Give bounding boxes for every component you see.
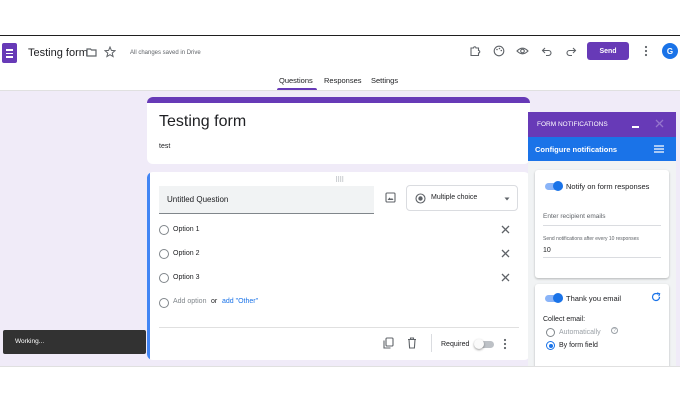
recipient-emails-input[interactable]: Enter recipient emails xyxy=(543,210,661,226)
notify-card: Notify on form responses Enter recipient… xyxy=(535,170,669,278)
help-icon[interactable]: ? xyxy=(611,327,618,334)
palette-icon[interactable] xyxy=(493,45,505,57)
automatically-radio[interactable] xyxy=(546,328,555,337)
star-icon[interactable] xyxy=(104,46,116,58)
collect-email-label: Collect email: xyxy=(543,316,586,323)
by-form-field-radio[interactable] xyxy=(546,341,555,350)
option-label[interactable]: Option 1 xyxy=(173,226,199,233)
toggle-thumb xyxy=(474,339,484,349)
option-label[interactable]: Option 3 xyxy=(173,274,199,281)
form-heading[interactable]: Testing form xyxy=(159,113,246,131)
form-notifications-panel: FORM NOTIFICATIONS Configure notificatio… xyxy=(528,112,676,366)
thank-you-card: Thank you email Collect email: Automatic… xyxy=(535,284,669,366)
notify-toggle[interactable] xyxy=(543,181,563,191)
add-other-link[interactable]: add "Other" xyxy=(222,298,258,305)
configure-title: Configure notifications xyxy=(535,145,618,154)
remove-option-close-icon[interactable] xyxy=(501,273,510,282)
panel-title: FORM NOTIFICATIONS xyxy=(537,121,608,128)
option-radio-icon xyxy=(159,298,169,308)
form-title[interactable]: Testing form xyxy=(28,47,88,59)
footer-divider xyxy=(431,334,432,352)
option-radio-icon xyxy=(159,249,169,259)
more-vert-icon[interactable] xyxy=(643,45,649,57)
addon-puzzle-icon[interactable] xyxy=(469,45,481,57)
close-icon[interactable] xyxy=(655,119,664,128)
save-status: All changes saved in Drive xyxy=(130,50,201,56)
panel-header: FORM NOTIFICATIONS xyxy=(528,112,676,137)
required-label: Required xyxy=(441,341,470,348)
tab-questions[interactable]: Questions xyxy=(279,76,313,85)
question-type-label: Multiple choice xyxy=(431,194,478,201)
or-text: or xyxy=(211,298,218,305)
add-option-input[interactable]: Add option xyxy=(173,298,206,305)
redo-icon[interactable] xyxy=(565,45,577,57)
card-footer-divider xyxy=(159,327,519,328)
more-vert-icon[interactable] xyxy=(502,338,508,350)
radio-checked-icon xyxy=(415,193,426,204)
title-card-accent xyxy=(147,97,530,103)
question-card[interactable]: ⠿⠿ Untitled Question Multiple choice Opt… xyxy=(147,172,530,360)
folder-icon[interactable] xyxy=(86,47,97,57)
form-title-card[interactable]: Testing form test xyxy=(147,97,530,164)
tab-responses[interactable]: Responses xyxy=(324,76,362,85)
thank-you-label: Thank you email xyxy=(566,294,622,303)
remove-option-close-icon[interactable] xyxy=(501,249,510,258)
option-radio-icon xyxy=(159,225,169,235)
question-title-input[interactable]: Untitled Question xyxy=(159,186,374,214)
option-label[interactable]: Option 2 xyxy=(173,250,199,257)
minimize-icon[interactable] xyxy=(632,126,639,128)
frequency-input[interactable]: 10 xyxy=(543,244,661,258)
option-radio-icon xyxy=(159,273,169,283)
working-toast: Working... xyxy=(3,330,146,354)
question-type-select[interactable]: Multiple choice xyxy=(406,185,518,211)
required-toggle[interactable] xyxy=(474,339,494,349)
delete-trash-icon[interactable] xyxy=(407,337,417,349)
form-logo-icon[interactable] xyxy=(2,43,17,63)
undo-icon[interactable] xyxy=(541,45,553,57)
configure-bar: Configure notifications xyxy=(528,137,676,161)
frequency-label: Send notifications after every 10 respon… xyxy=(543,236,639,242)
form-description[interactable]: test xyxy=(159,143,170,150)
remove-option-close-icon[interactable] xyxy=(501,225,510,234)
add-image-icon[interactable] xyxy=(385,192,396,203)
thank-you-toggle[interactable] xyxy=(543,293,563,303)
send-button[interactable]: Send xyxy=(587,42,629,60)
automatically-label: Automatically xyxy=(559,329,601,336)
bottom-divider xyxy=(0,366,680,367)
drag-handle-icon[interactable]: ⠿⠿ xyxy=(335,176,344,184)
menu-icon[interactable] xyxy=(654,145,664,153)
notify-label: Notify on form responses xyxy=(566,182,650,191)
duplicate-icon[interactable] xyxy=(383,337,394,349)
active-question-indicator xyxy=(147,172,150,360)
by-form-field-label: By form field xyxy=(559,342,598,349)
preview-eye-icon[interactable] xyxy=(516,45,529,57)
avatar[interactable]: G xyxy=(662,43,678,59)
tab-settings[interactable]: Settings xyxy=(371,76,398,85)
chevron-down-icon xyxy=(503,196,511,202)
refresh-icon[interactable] xyxy=(651,292,661,302)
